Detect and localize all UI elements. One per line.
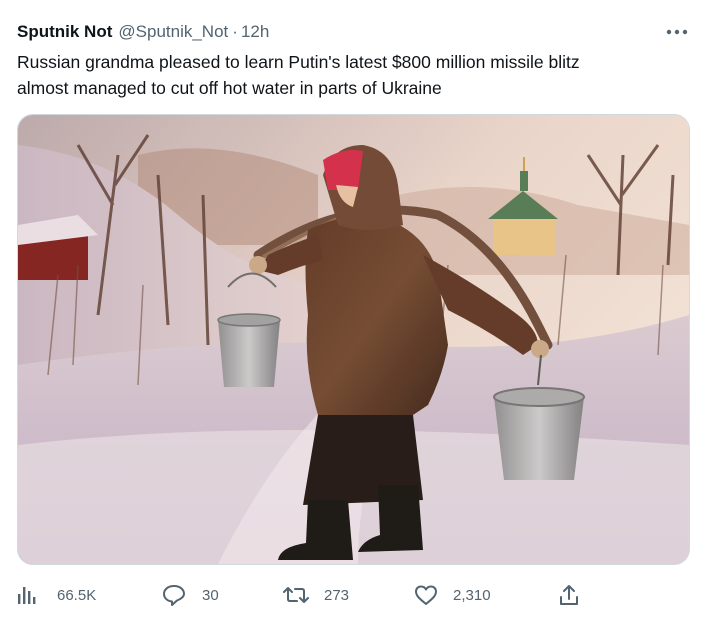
author-display-name[interactable]: Sputnik Not (17, 22, 112, 42)
author-handle[interactable]: @Sputnik_Not (118, 22, 228, 42)
tweet-timestamp[interactable]: 12h (241, 22, 269, 42)
replies-count: 30 (202, 586, 219, 604)
tweet-text: Russian grandma pleased to learn Putin's… (17, 49, 687, 101)
tweet-card: Sputnik Not @Sputnik_Not · 12h Russian g… (0, 0, 712, 623)
share-icon (560, 585, 578, 605)
more-options-button[interactable] (664, 20, 690, 44)
tweet-actions: 66.5K 30 273 2,310 (17, 580, 597, 610)
share-button[interactable] (558, 580, 580, 610)
views-button[interactable]: 66.5K (17, 580, 96, 610)
retweet-button[interactable]: 273 (283, 580, 349, 610)
tweet-photo[interactable] (17, 114, 690, 565)
likes-count: 2,310 (453, 586, 491, 604)
reply-button[interactable]: 30 (162, 580, 219, 610)
like-button[interactable]: 2,310 (414, 580, 491, 610)
more-horizontal-icon (666, 29, 688, 35)
tweet-header: Sputnik Not @Sputnik_Not · 12h (17, 20, 698, 44)
reply-icon (163, 585, 185, 606)
tweet-text-line: almost managed to cut off hot water in p… (17, 78, 442, 98)
retweet-icon (283, 587, 309, 603)
retweets-count: 273 (324, 586, 350, 604)
header-separator: · (232, 22, 238, 41)
like-icon (415, 585, 437, 605)
views-count: 66.5K (57, 586, 97, 604)
tweet-text-line: Russian grandma pleased to learn Putin's… (17, 52, 580, 72)
photo-image (18, 115, 689, 564)
views-icon (18, 587, 36, 604)
